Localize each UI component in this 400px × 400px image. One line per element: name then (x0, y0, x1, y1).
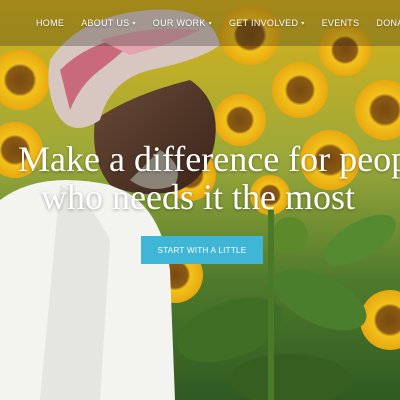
nav-item-home[interactable]: HOME (36, 18, 64, 28)
chevron-down-icon: ▾ (301, 21, 305, 27)
nav-item-label: EVENTS (321, 18, 360, 28)
nav-item-events[interactable]: EVENTS (322, 18, 360, 28)
hero-headline-line-2: who needs it the most (41, 177, 355, 217)
hero-headline-line-1: Make a difference for people (18, 139, 400, 179)
start-with-a-little-button[interactable]: START WITH A LITTLE (141, 236, 263, 264)
nav-item-about-us[interactable]: ABOUT US ▾ (81, 18, 136, 28)
nav-item-label: ABOUT US (81, 18, 130, 28)
hero-section: HOME ABOUT US ▾ OUR WORK ▾ GET INVOLVED … (0, 0, 400, 400)
chevron-down-icon: ▾ (208, 21, 212, 27)
nav-item-get-involved[interactable]: GET INVOLVED ▾ (229, 18, 305, 28)
top-navigation: HOME ABOUT US ▾ OUR WORK ▾ GET INVOLVED … (0, 0, 400, 46)
nav-item-label: HOME (36, 18, 65, 28)
chevron-down-icon: ▾ (132, 21, 136, 27)
nav-item-our-work[interactable]: OUR WORK ▾ (153, 18, 212, 28)
nav-item-label: DONATE (376, 18, 400, 28)
nav-item-label: GET INVOLVED (228, 18, 299, 28)
nav-item-donate[interactable]: DONATE (376, 18, 400, 28)
hero-headline: Make a difference for people who needs i… (0, 140, 400, 216)
nav-item-label: OUR WORK (152, 18, 206, 28)
